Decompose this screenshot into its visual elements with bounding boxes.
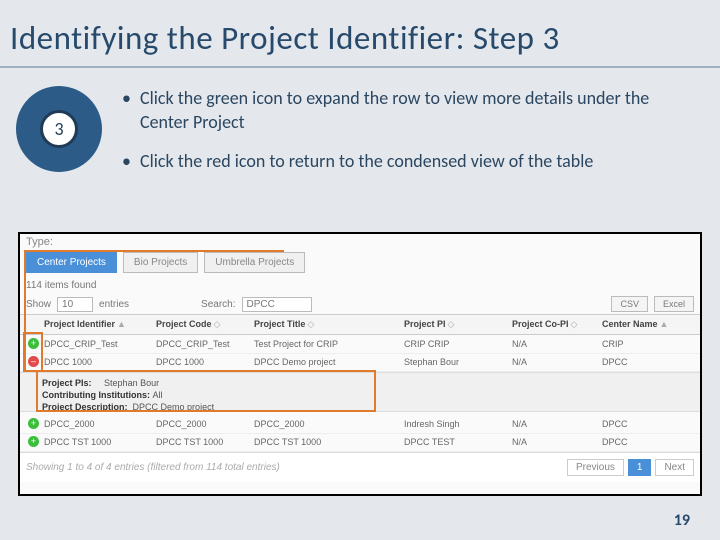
cell-code: DPCC_CRIP_Test [156, 339, 254, 349]
detail-desc-value: DPCC Demo project [133, 402, 215, 412]
detail-pis-label: Project PIs: [42, 378, 92, 388]
expand-icon[interactable]: + [28, 436, 39, 447]
cell-id: DPCC 1000 [44, 357, 156, 367]
bullet-item: Click the red icon to return to the cond… [122, 149, 700, 173]
detail-pis-value: Stephan Bour [104, 378, 159, 388]
search-input[interactable]: DPCC [242, 297, 312, 312]
cell-copi: N/A [512, 339, 602, 349]
expand-icon[interactable]: + [28, 418, 39, 429]
cell-copi: N/A [512, 419, 602, 429]
expand-icon[interactable]: + [28, 338, 39, 349]
export-excel-button[interactable]: Excel [654, 296, 694, 312]
col-project-identifier[interactable]: Project Identifier [44, 319, 115, 329]
cell-id: DPCC_CRIP_Test [44, 339, 156, 349]
cell-pi: Indresh Singh [404, 419, 512, 429]
table-controls: Show 10 entries Search: DPCC CSV Excel [20, 296, 700, 312]
cell-code: DPCC 1000 [156, 357, 254, 367]
detail-inst-value: All [153, 390, 163, 400]
cell-code: DPCC TST 1000 [156, 437, 254, 447]
detail-desc-label: Project Description: [42, 402, 128, 412]
show-label: Show [26, 299, 51, 310]
table-header: Project Identifier▲ Project Code◇ Projec… [20, 314, 700, 335]
cell-center: DPCC [602, 419, 694, 429]
title-rule [0, 66, 720, 68]
slide-title: Identifying the Project Identifier: Step… [0, 0, 720, 66]
detail-inst-label: Contributing Institutions: [42, 390, 150, 400]
tab-center-projects[interactable]: Center Projects [26, 252, 117, 273]
cell-title: DPCC TST 1000 [254, 437, 404, 447]
cell-title: DPCC Demo project [254, 357, 404, 367]
cell-pi: DPCC TEST [404, 437, 512, 447]
search-label: Search: [201, 299, 235, 310]
step-number: 3 [40, 110, 78, 148]
tab-bar: Center Projects Bio Projects Umbrella Pr… [26, 252, 305, 273]
cell-pi: CRIP CRIP [404, 339, 512, 349]
bullet-item: Click the green icon to expand the row t… [122, 86, 700, 135]
cell-title: Test Project for CRIP [254, 339, 404, 349]
col-project-code[interactable]: Project Code [156, 319, 212, 329]
cell-copi: N/A [512, 357, 602, 367]
step-badge: 3 [16, 86, 102, 172]
cell-code: DPCC_2000 [156, 419, 254, 429]
pager: Previous 1 Next [567, 459, 694, 476]
pager-next[interactable]: Next [655, 459, 694, 476]
pager-page-1[interactable]: 1 [628, 459, 652, 476]
table-row: + DPCC_2000 DPCC_2000 DPCC_2000 Indresh … [20, 414, 700, 434]
col-project-copi[interactable]: Project Co-PI [512, 319, 569, 329]
page-number: 19 [674, 511, 690, 530]
footer-info: Showing 1 to 4 of 4 entries (filtered fr… [26, 462, 280, 473]
pager-prev[interactable]: Previous [567, 459, 624, 476]
tab-bio-projects[interactable]: Bio Projects [123, 252, 198, 273]
cell-center: CRIP [602, 339, 694, 349]
collapse-icon[interactable]: – [28, 356, 39, 367]
cell-center: DPCC [602, 437, 694, 447]
table-footer: Showing 1 to 4 of 4 entries (filtered fr… [20, 452, 700, 482]
table-row: – DPCC 1000 DPCC 1000 DPCC Demo project … [20, 352, 700, 372]
col-center-name[interactable]: Center Name [602, 319, 658, 329]
table-row: + DPCC_CRIP_Test DPCC_CRIP_Test Test Pro… [20, 334, 700, 354]
cell-center: DPCC [602, 357, 694, 367]
cell-id: DPCC_2000 [44, 419, 156, 429]
cell-id: DPCC TST 1000 [44, 437, 156, 447]
bullet-list: Click the green icon to expand the row t… [122, 86, 700, 187]
export-csv-button[interactable]: CSV [611, 296, 648, 312]
cell-title: DPCC_2000 [254, 419, 404, 429]
cell-pi: Stephan Bour [404, 357, 512, 367]
type-label: Type: [26, 236, 53, 248]
expanded-detail: Project PIs: Stephan Bour Contributing I… [20, 372, 700, 412]
intro-row: 3 Click the green icon to expand the row… [0, 78, 720, 195]
entries-label: entries [99, 299, 129, 310]
col-project-pi[interactable]: Project PI [404, 319, 446, 329]
items-found-label: 114 items found [26, 280, 96, 291]
page-size-select[interactable]: 10 [57, 297, 93, 312]
col-project-title[interactable]: Project Title [254, 319, 305, 329]
table-row: + DPCC TST 1000 DPCC TST 1000 DPCC TST 1… [20, 432, 700, 452]
cell-copi: N/A [512, 437, 602, 447]
tab-umbrella-projects[interactable]: Umbrella Projects [204, 252, 305, 273]
screenshot-panel: Type: Center Projects Bio Projects Umbre… [18, 232, 702, 496]
